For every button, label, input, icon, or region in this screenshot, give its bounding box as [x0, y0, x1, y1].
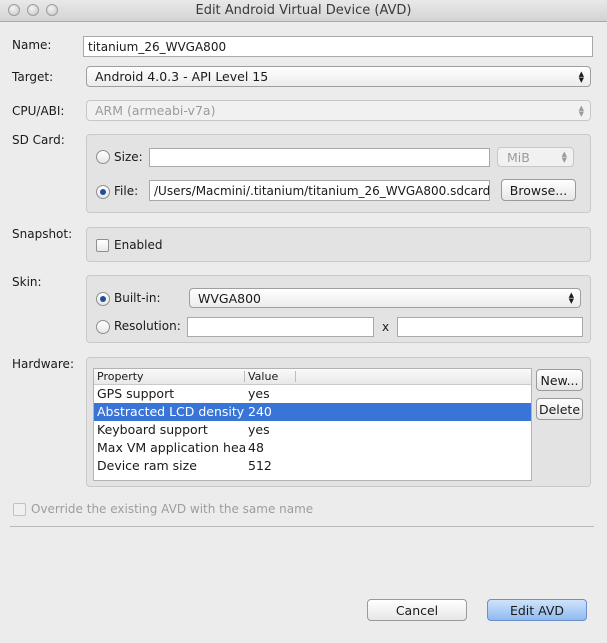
value-cell: 512 [248, 458, 272, 473]
hardware-table[interactable]: Property Value GPS support yes Abstracted … [93, 368, 532, 481]
cpu-label: CPU/ABI: [12, 104, 65, 118]
skin-builtin-label: Built-in: [114, 291, 161, 305]
skin-group: Built-in: WVGA800 ▲ ▼ Resolution: x [86, 275, 591, 343]
snapshot-group: Enabled [86, 227, 591, 262]
skin-label: Skin: [12, 275, 42, 289]
cpu-select: ARM (armeabi-v7a) ▲ ▼ [86, 100, 591, 121]
resolution-height-input[interactable] [397, 317, 583, 337]
up-down-arrows-icon: ▲ ▼ [568, 291, 574, 305]
cpu-select-value: ARM (armeabi-v7a) [95, 103, 216, 118]
value-cell: yes [248, 386, 270, 401]
value-cell: yes [248, 422, 270, 437]
table-row[interactable]: Device ram size 512 [94, 457, 531, 475]
cancel-button[interactable]: Cancel [367, 599, 467, 621]
property-cell: Keyboard support [97, 422, 208, 437]
sdcard-file-radio[interactable] [96, 185, 110, 199]
sdcard-file-input[interactable]: /Users/Macmini/.titanium/titanium_26_WVG… [149, 180, 490, 201]
property-cell: Abstracted LCD density [97, 404, 245, 419]
sdcard-size-input[interactable] [149, 148, 490, 167]
column-header-value[interactable]: Value [248, 370, 278, 383]
table-row[interactable]: Keyboard support yes [94, 421, 531, 439]
skin-builtin-radio[interactable] [96, 292, 110, 306]
override-checkbox[interactable] [13, 503, 26, 516]
sdcard-group: Size: MiB ▲ ▼ File: /Users/Macmini/.titan… [86, 134, 591, 213]
sdcard-size-radio[interactable] [96, 150, 110, 164]
up-down-arrows-icon: ▲ ▼ [578, 103, 584, 118]
sdcard-unit-value: MiB [507, 149, 530, 165]
resolution-separator: x [382, 320, 390, 334]
property-cell: Max VM application heap size [97, 440, 245, 455]
title-bar: Edit Android Virtual Device (AVD) [0, 0, 607, 22]
value-cell: 48 [248, 440, 264, 455]
hardware-label: Hardware: [12, 357, 74, 371]
up-down-arrows-icon: ▲ ▼ [561, 150, 567, 164]
new-property-button[interactable]: New... [536, 369, 583, 391]
separator-line [10, 526, 594, 527]
hardware-group: Property Value GPS support yes Abstracted … [86, 357, 591, 487]
name-label: Name: [12, 38, 52, 52]
column-divider [244, 371, 245, 382]
delete-property-button[interactable]: Delete [536, 398, 583, 420]
property-cell: GPS support [97, 386, 175, 401]
browse-button[interactable]: Browse... [501, 179, 576, 201]
override-label: Override the existing AVD with the same … [31, 502, 314, 516]
name-field[interactable]: titanium_26_WVGA800 [83, 36, 593, 57]
edit-avd-button[interactable]: Edit AVD [487, 599, 587, 621]
snapshot-label: Snapshot: [12, 227, 73, 241]
sdcard-size-label: Size: [114, 150, 143, 164]
sdcard-unit-select: MiB ▲ ▼ [497, 147, 574, 167]
skin-builtin-value: WVGA800 [198, 290, 262, 306]
window-title: Edit Android Virtual Device (AVD) [195, 3, 412, 18]
skin-resolution-label: Resolution: [114, 319, 181, 333]
target-label: Target: [12, 70, 54, 84]
table-row[interactable]: Max VM application heap size48 [94, 439, 531, 457]
property-cell: Device ram size [97, 458, 197, 473]
sdcard-file-label: File: [114, 184, 139, 198]
table-row[interactable]: GPS support yes [94, 385, 531, 403]
resolution-width-input[interactable] [187, 317, 374, 337]
column-divider [295, 371, 296, 382]
column-header-property[interactable]: Property [97, 370, 144, 383]
snapshot-enabled-checkbox[interactable] [96, 239, 109, 252]
snapshot-enabled-label: Enabled [114, 238, 163, 252]
table-row[interactable]: Abstracted LCD density 240 [94, 403, 531, 421]
sdcard-label: SD Card: [12, 133, 65, 147]
value-cell: 240 [248, 404, 272, 419]
up-down-arrows-icon: ▲ ▼ [578, 69, 584, 84]
skin-resolution-radio[interactable] [96, 320, 110, 334]
target-select-value: Android 4.0.3 - API Level 15 [95, 69, 269, 84]
hardware-table-header: Property Value [94, 369, 531, 385]
target-select[interactable]: Android 4.0.3 - API Level 15 ▲ ▼ [86, 66, 591, 87]
skin-builtin-select[interactable]: WVGA800 ▲ ▼ [189, 288, 581, 308]
